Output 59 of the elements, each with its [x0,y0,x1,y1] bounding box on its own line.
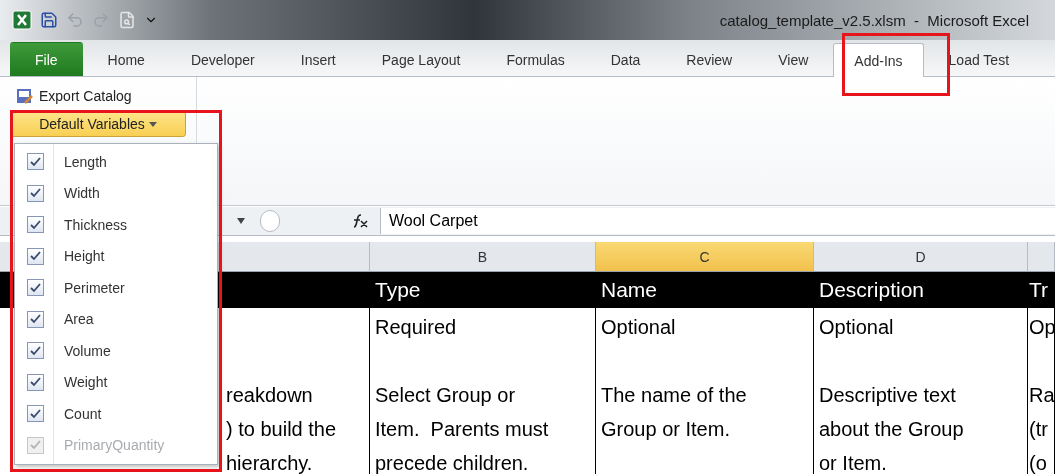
ribbon-tab[interactable]: View [757,42,830,76]
export-catalog-button[interactable]: Export Catalog [10,85,138,107]
menu-item[interactable]: Volume [15,335,217,367]
ribbon-tab[interactable]: Developer [169,42,276,76]
header-cell: Tr [1028,272,1055,308]
checkmark-icon [30,188,41,199]
checkmark-icon [30,408,41,419]
header-cell: Name [596,272,814,308]
ribbon-tab[interactable]: Formulas [485,42,586,76]
spreadsheet-app-icon[interactable] [12,10,32,30]
ribbon-tab[interactable]: Insert [279,42,357,76]
menu-item[interactable]: Thickness [15,209,217,241]
checkbox[interactable] [27,405,44,423]
menu-item[interactable]: Height [15,240,217,272]
table-cell: Required Select Group or Item. Parents must precede children. [370,308,596,474]
formula-input[interactable]: Wool Carpet [380,208,1055,234]
checkbox[interactable] [27,342,44,360]
export-document-icon [16,87,34,105]
file-tab[interactable]: File [10,42,83,76]
menu-item[interactable]: Count [15,398,217,430]
column-header[interactable]: D [814,242,1028,272]
checkbox[interactable] [27,184,44,202]
save-icon[interactable] [40,11,58,29]
column-header[interactable]: C [596,242,814,272]
checkmark-icon [30,282,41,293]
header-cell: Type [370,272,596,308]
table-cell: Op Ra (tr (o [1028,308,1055,474]
table-cell: Optional The name of the Group or Item. [596,308,814,474]
menu-item[interactable]: Perimeter [15,272,217,304]
checkbox[interactable] [27,279,44,297]
checkmark-icon [30,314,41,325]
menu-item[interactable]: Width [15,177,217,209]
checkbox[interactable] [27,373,44,391]
checkbox[interactable] [27,216,44,234]
header-cell: Description [814,272,1028,308]
table-cell: Optional Descriptive text about the Group or Item. [814,308,1028,474]
caret-icon[interactable] [236,217,246,225]
checkmark-icon [30,156,41,167]
grip-handle[interactable] [260,210,280,232]
ribbon-tab[interactable]: Load Test [927,42,1031,76]
ribbon-tab[interactable]: Page Layout [360,42,482,76]
checkbox[interactable] [27,153,44,171]
ribbon-tab[interactable]: Home [86,42,166,76]
column-header[interactable]: B [370,242,596,272]
checkmark-icon [30,377,41,388]
checkbox[interactable] [27,247,44,265]
checkmark-icon [30,219,41,230]
checkmark-icon [30,440,41,451]
menu-item[interactable]: Length [15,146,217,178]
window-title: catalog_template_v2.5.xlsm - Microsoft Excel [719,11,1029,29]
ribbon-tab[interactable]: Data [589,42,662,76]
checkmark-icon [30,345,41,356]
checkbox[interactable] [27,310,44,328]
default-variables-dropdown[interactable]: Default Variables [10,111,186,137]
ribbon-tab[interactable]: Review [665,42,754,76]
ribbon-tab[interactable]: Add-Ins [833,43,924,77]
checkmark-icon [30,251,41,262]
caret-icon [148,121,157,127]
menu-item[interactable]: Weight [15,366,217,398]
